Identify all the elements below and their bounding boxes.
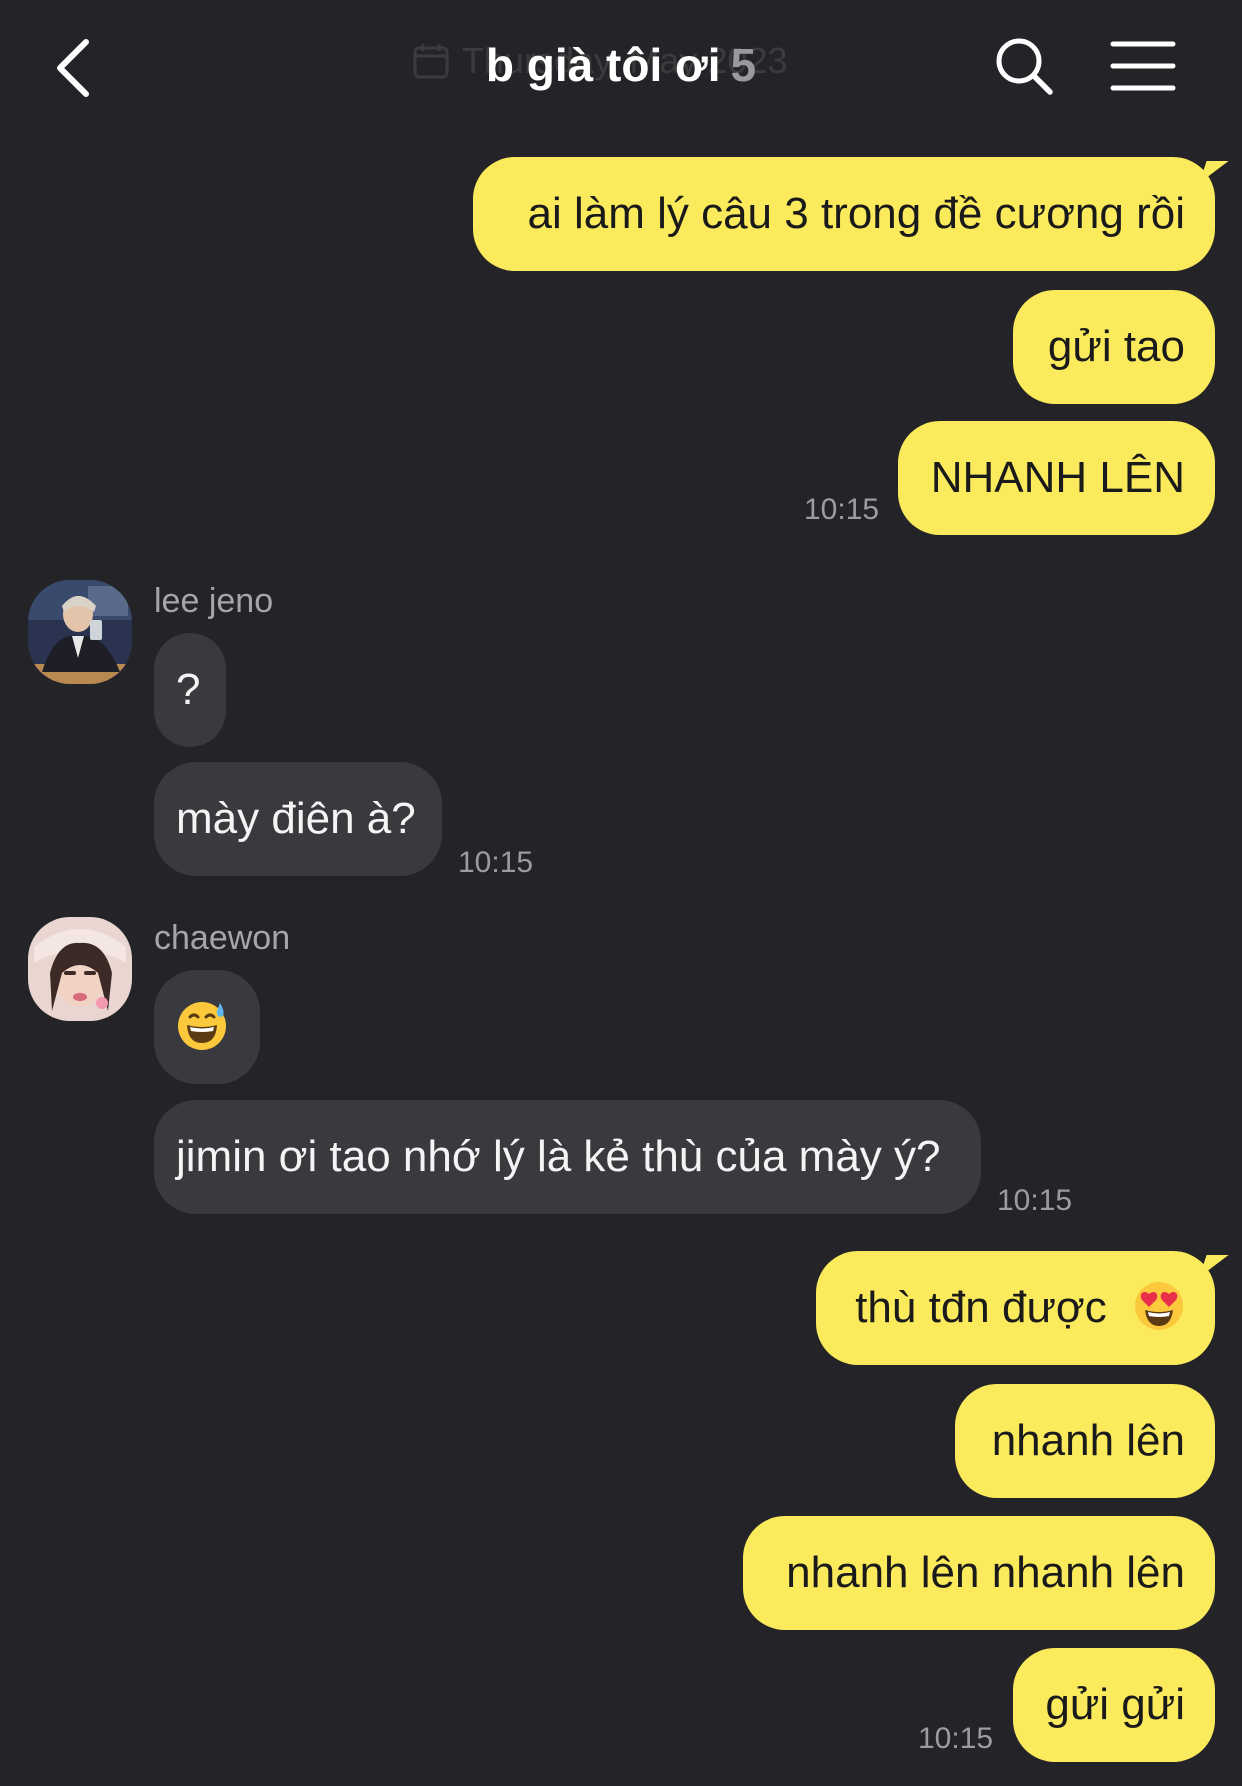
outgoing-message[interactable]: nhanh lên nhanh lên bbox=[743, 1516, 1215, 1630]
hamburger-menu-icon bbox=[1110, 41, 1176, 91]
sweat-smile-emoji-icon bbox=[178, 1002, 226, 1051]
outgoing-message[interactable]: gửi tao bbox=[1013, 290, 1215, 404]
outgoing-message[interactable]: nhanh lên bbox=[955, 1384, 1215, 1498]
incoming-message[interactable]: jimin ơi tao nhớ lý là kẻ thù của mày ý? bbox=[154, 1100, 981, 1214]
outgoing-message[interactable]: gửi gửi bbox=[1013, 1648, 1215, 1762]
message-timestamp: 10:15 bbox=[458, 846, 534, 879]
avatar[interactable] bbox=[28, 580, 132, 684]
incoming-message[interactable] bbox=[154, 970, 260, 1084]
message-timestamp: 10:15 bbox=[804, 493, 880, 526]
chat-name: b già tôi ơi bbox=[485, 39, 721, 91]
bubble-tail bbox=[1199, 161, 1229, 183]
message-text: ? bbox=[176, 665, 201, 714]
message-text: jimin ơi tao nhớ lý là kẻ thù của mày ý? bbox=[176, 1132, 941, 1181]
sender-name: lee jeno bbox=[154, 582, 274, 620]
message-text: gửi gửi bbox=[1045, 1680, 1185, 1729]
outgoing-message[interactable]: NHANH LÊN bbox=[898, 421, 1215, 535]
avatar[interactable] bbox=[28, 917, 132, 1021]
menu-button[interactable] bbox=[1110, 38, 1176, 94]
search-icon bbox=[996, 38, 1053, 95]
message-text: ai làm lý câu 3 trong đề cương rồi bbox=[527, 189, 1185, 238]
message-text: mày điên à? bbox=[176, 794, 416, 843]
avatar-image-lee-jeno bbox=[28, 580, 132, 684]
sender-name: chaewon bbox=[154, 919, 291, 957]
search-button[interactable] bbox=[992, 34, 1056, 98]
message-text: nhanh lên bbox=[991, 1416, 1185, 1465]
bubble-tail bbox=[1199, 1255, 1229, 1277]
chat-header: Thursday, May 2023 b già tôi ơi 5 bbox=[0, 0, 1242, 140]
message-timestamp: 10:15 bbox=[997, 1184, 1073, 1217]
outgoing-message[interactable]: thù tđn được bbox=[816, 1251, 1229, 1365]
avatar-image-chaewon bbox=[28, 917, 132, 1021]
incoming-message[interactable]: mày điên à? bbox=[154, 762, 442, 876]
member-count: 5 bbox=[730, 39, 757, 91]
incoming-message[interactable]: ? bbox=[154, 633, 226, 747]
message-text: gửi tao bbox=[1047, 322, 1185, 371]
message-timestamp: 10:15 bbox=[918, 1722, 994, 1755]
outgoing-message[interactable]: ai làm lý câu 3 trong đề cương rồi bbox=[473, 157, 1229, 271]
message-text: thù tđn được bbox=[855, 1283, 1107, 1332]
message-text: nhanh lên nhanh lên bbox=[786, 1548, 1185, 1597]
message-text: NHANH LÊN bbox=[930, 453, 1185, 502]
heart-eyes-emoji-icon bbox=[1135, 1282, 1183, 1331]
